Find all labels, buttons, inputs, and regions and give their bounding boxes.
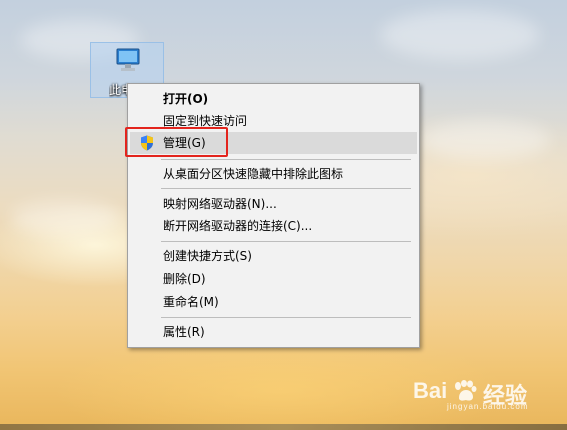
computer-icon [116, 48, 140, 71]
menu-item-label: 创建快捷方式(S) [163, 249, 252, 263]
watermark-sub: jingyan.baidu.com [447, 402, 529, 411]
menu-item-open[interactable]: 打开(O) [130, 88, 417, 110]
menu-item-rename[interactable]: 重命名(M) [130, 291, 417, 313]
menu-item-disconnect-network-drive[interactable]: 断开网络驱动器的连接(C)... [130, 215, 417, 237]
cloud [380, 10, 540, 60]
menu-item-label: 映射网络驱动器(N)... [163, 197, 277, 211]
menu-item-label: 属性(R) [163, 325, 205, 339]
menu-item-exclude-desktop-zone[interactable]: 从桌面分区快速隐藏中排除此图标 [130, 163, 417, 185]
menu-item-label: 打开(O) [163, 92, 209, 106]
watermark-text-left: Bai [413, 378, 448, 403]
baidu-watermark: Bai 经验 jingyan.baidu.com [413, 378, 553, 412]
menu-item-delete[interactable]: 删除(D) [130, 268, 417, 290]
menu-item-label: 固定到快速访问 [163, 114, 248, 128]
menu-item-label: 从桌面分区快速隐藏中排除此图标 [163, 167, 344, 181]
menu-item-map-network-drive[interactable]: 映射网络驱动器(N)... [130, 193, 417, 215]
menu-separator [161, 241, 411, 242]
menu-separator [161, 159, 411, 160]
cloud [10, 200, 120, 235]
menu-separator [161, 317, 411, 318]
manage-highlight-box [125, 127, 228, 157]
menu-item-properties[interactable]: 属性(R) [130, 321, 417, 343]
desktop-icon-label: 此电脑 [109, 83, 129, 97]
baidu-paw-icon [455, 380, 477, 401]
context-menu: 打开(O) 固定到快速访问 管理(G) 从桌面分区快速隐藏中排除此图标 映射网络… [127, 83, 420, 348]
horizon [0, 424, 567, 430]
menu-item-label: 重命名(M) [163, 295, 219, 309]
menu-item-label: 删除(D) [163, 272, 206, 286]
menu-item-label: 断开网络驱动器的连接(C)... [163, 219, 313, 233]
menu-item-create-shortcut[interactable]: 创建快捷方式(S) [130, 245, 417, 267]
cloud [420, 120, 550, 160]
menu-separator [161, 188, 411, 189]
